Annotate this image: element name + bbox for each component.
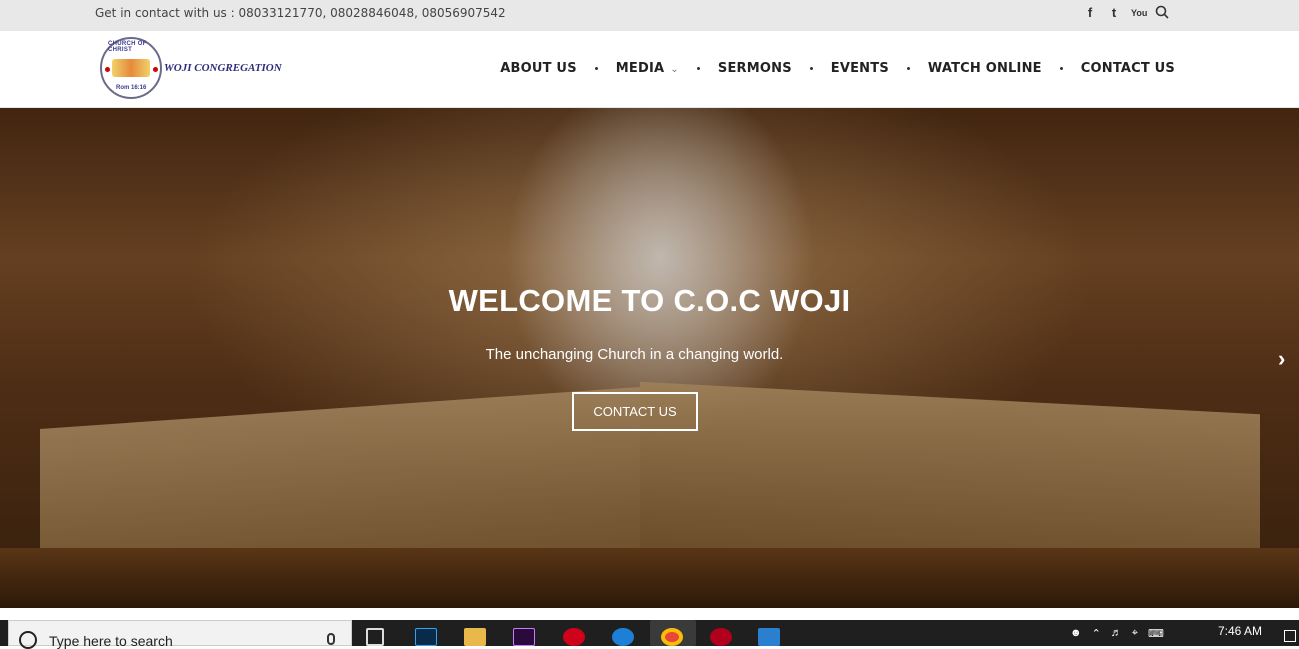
site-header: CHURCH OF CHRIST Rom 16:16 WOJI CONGREGA… [0, 31, 1299, 108]
chrome-icon[interactable] [661, 628, 683, 646]
taskbar-search[interactable]: Type here to search [8, 620, 352, 649]
task-view-icon[interactable] [366, 628, 384, 646]
nav-media-label: MEDIA [615, 61, 665, 76]
edge-icon[interactable] [612, 628, 634, 646]
church-seal-icon: CHURCH OF CHRIST Rom 16:16 [100, 37, 162, 99]
app-icon[interactable] [710, 628, 732, 646]
nav-media[interactable]: MEDIA ⌄ [616, 61, 679, 76]
microphone-icon[interactable] [327, 633, 335, 645]
file-explorer-icon[interactable] [464, 628, 486, 646]
vscode-icon[interactable] [758, 628, 780, 646]
social-links: f t You [1083, 5, 1169, 21]
chevron-down-icon: ⌄ [670, 64, 679, 75]
search-icon[interactable] [1155, 5, 1169, 21]
logo-ring-top-text: CHURCH OF CHRIST [108, 41, 147, 53]
taskbar-search-placeholder: Type here to search [49, 633, 173, 649]
slider-next-arrow-icon[interactable]: › [1278, 346, 1285, 372]
wifi-icon[interactable]: ⌖ [1132, 627, 1138, 640]
hero-slider: WELCOME TO C.O.C WOJI The unchanging Chu… [0, 108, 1299, 608]
notifications-icon[interactable] [1284, 630, 1296, 642]
premiere-icon[interactable] [513, 628, 535, 646]
hero-subtitle: The unchanging Church in a changing worl… [485, 346, 784, 363]
volume-icon[interactable]: ♬ [1111, 627, 1122, 639]
opera-icon[interactable] [563, 628, 585, 646]
top-contact-bar: Get in contact with us : 08033121770, 08… [0, 0, 1299, 31]
logo-ring-bottom-text: Rom 16:16 [116, 85, 147, 91]
facebook-icon[interactable]: f [1083, 5, 1097, 21]
nav-contact-us[interactable]: CONTACT US [1081, 61, 1175, 76]
hero-title: WELCOME TO C.O.C WOJI [448, 283, 851, 318]
nav-events[interactable]: EVENTS [831, 61, 889, 76]
photoshop-icon[interactable] [415, 628, 437, 646]
twitter-icon[interactable]: t [1107, 5, 1121, 21]
nav-watch-online[interactable]: WATCH ONLINE [928, 61, 1042, 76]
taskbar-clock[interactable]: 7:46 AM [1218, 624, 1262, 638]
cortana-icon [19, 631, 37, 649]
chevron-up-icon[interactable]: ⌃ [1092, 627, 1101, 640]
contact-phone-text: Get in contact with us : 08033121770, 08… [95, 6, 506, 20]
youtube-icon[interactable]: You [1131, 5, 1147, 21]
hero-contact-button[interactable]: CONTACT US [572, 392, 698, 431]
system-tray: ☻ ⌃ ♬ ⌖ ⌨ [1070, 620, 1164, 646]
people-icon[interactable]: ☻ [1070, 627, 1082, 639]
keyboard-icon[interactable]: ⌨ [1148, 627, 1164, 640]
site-logo[interactable]: CHURCH OF CHRIST Rom 16:16 WOJI CONGREGA… [100, 37, 282, 99]
logo-text: WOJI CONGREGATION [164, 62, 282, 74]
nav-sermons[interactable]: SERMONS [718, 61, 792, 76]
windows-taskbar: Type here to search ☻ ⌃ ♬ ⌖ ⌨ 7:46 AM [0, 620, 1299, 649]
main-nav: ABOUT US MEDIA ⌄ SERMONS EVENTS WATCH ONL… [500, 61, 1175, 76]
nav-about-us[interactable]: ABOUT US [500, 61, 577, 76]
